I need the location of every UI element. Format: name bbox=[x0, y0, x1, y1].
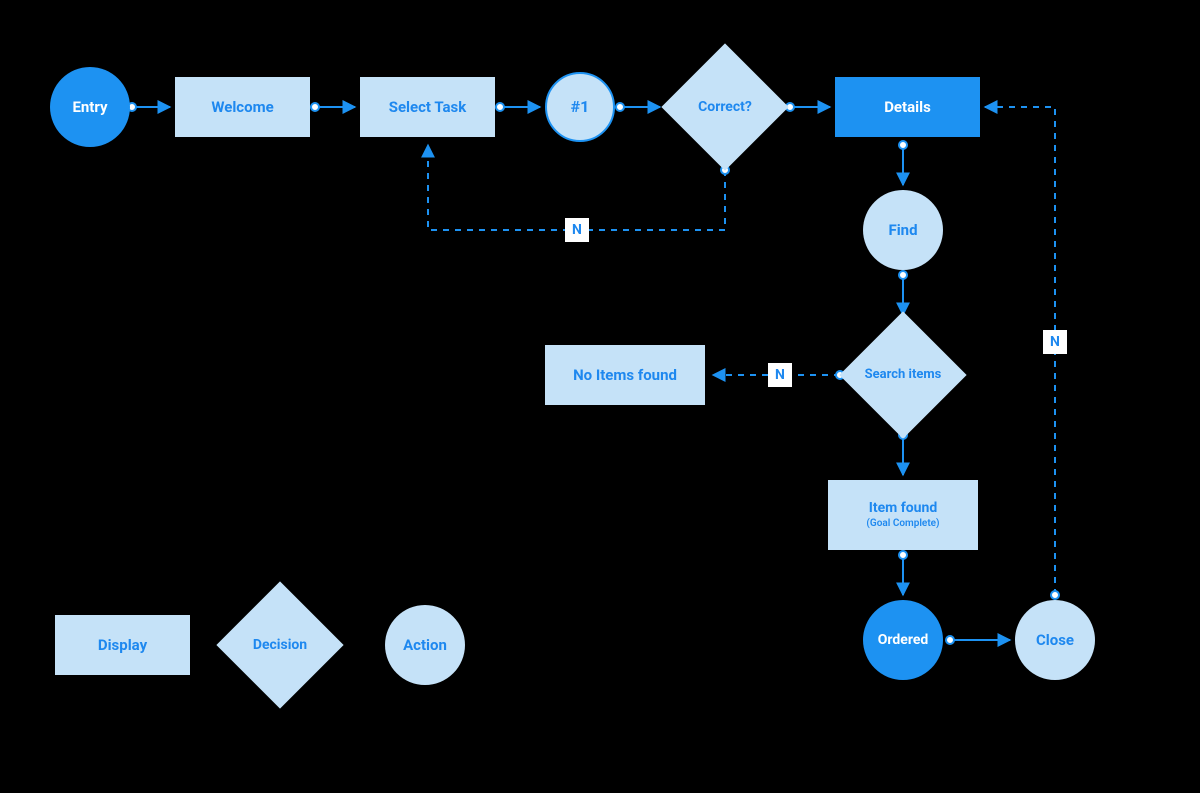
node-search-items: Search items bbox=[858, 330, 948, 420]
node-find: Find bbox=[863, 190, 943, 270]
node-ordered-label: Ordered bbox=[878, 632, 929, 649]
node-search-items-label: Search items bbox=[865, 368, 942, 383]
legend-action-label: Action bbox=[403, 636, 447, 654]
node-ordered: Ordered bbox=[863, 600, 943, 680]
node-select-task: Select Task bbox=[360, 77, 495, 137]
node-num1-label: #1 bbox=[571, 97, 590, 116]
edge-label-n-close-details: N bbox=[1043, 330, 1067, 354]
node-correct: Correct? bbox=[680, 62, 770, 152]
legend-decision-label: Decision bbox=[253, 637, 307, 653]
legend-display: Display bbox=[55, 615, 190, 675]
node-item-found-label: Item found bbox=[869, 500, 937, 517]
node-select-task-label: Select Task bbox=[389, 98, 467, 116]
edge-label-n-search-noitems: N bbox=[768, 363, 792, 387]
node-close: Close bbox=[1015, 600, 1095, 680]
node-entry-label: Entry bbox=[72, 98, 107, 116]
node-welcome: Welcome bbox=[175, 77, 310, 137]
node-details-label: Details bbox=[884, 98, 931, 116]
node-num1: #1 bbox=[545, 72, 615, 142]
node-entry: Entry bbox=[50, 67, 130, 147]
node-item-found-sublabel: (Goal Complete) bbox=[866, 518, 939, 530]
node-correct-label: Correct? bbox=[698, 99, 752, 115]
node-close-label: Close bbox=[1036, 631, 1074, 649]
legend-display-label: Display bbox=[98, 636, 147, 654]
node-welcome-label: Welcome bbox=[211, 98, 273, 116]
node-details: Details bbox=[835, 77, 980, 137]
node-no-items-found: No Items found bbox=[545, 345, 705, 405]
node-find-label: Find bbox=[888, 221, 917, 239]
edge-label-n-correct-select: N bbox=[565, 218, 589, 242]
flowchart-canvas: Entry Welcome Select Task #1 Correct? De… bbox=[0, 0, 1200, 793]
node-no-items-found-label: No Items found bbox=[573, 366, 677, 384]
legend-decision: Decision bbox=[235, 600, 325, 690]
legend-action: Action bbox=[385, 605, 465, 685]
node-item-found: Item found (Goal Complete) bbox=[828, 480, 978, 550]
